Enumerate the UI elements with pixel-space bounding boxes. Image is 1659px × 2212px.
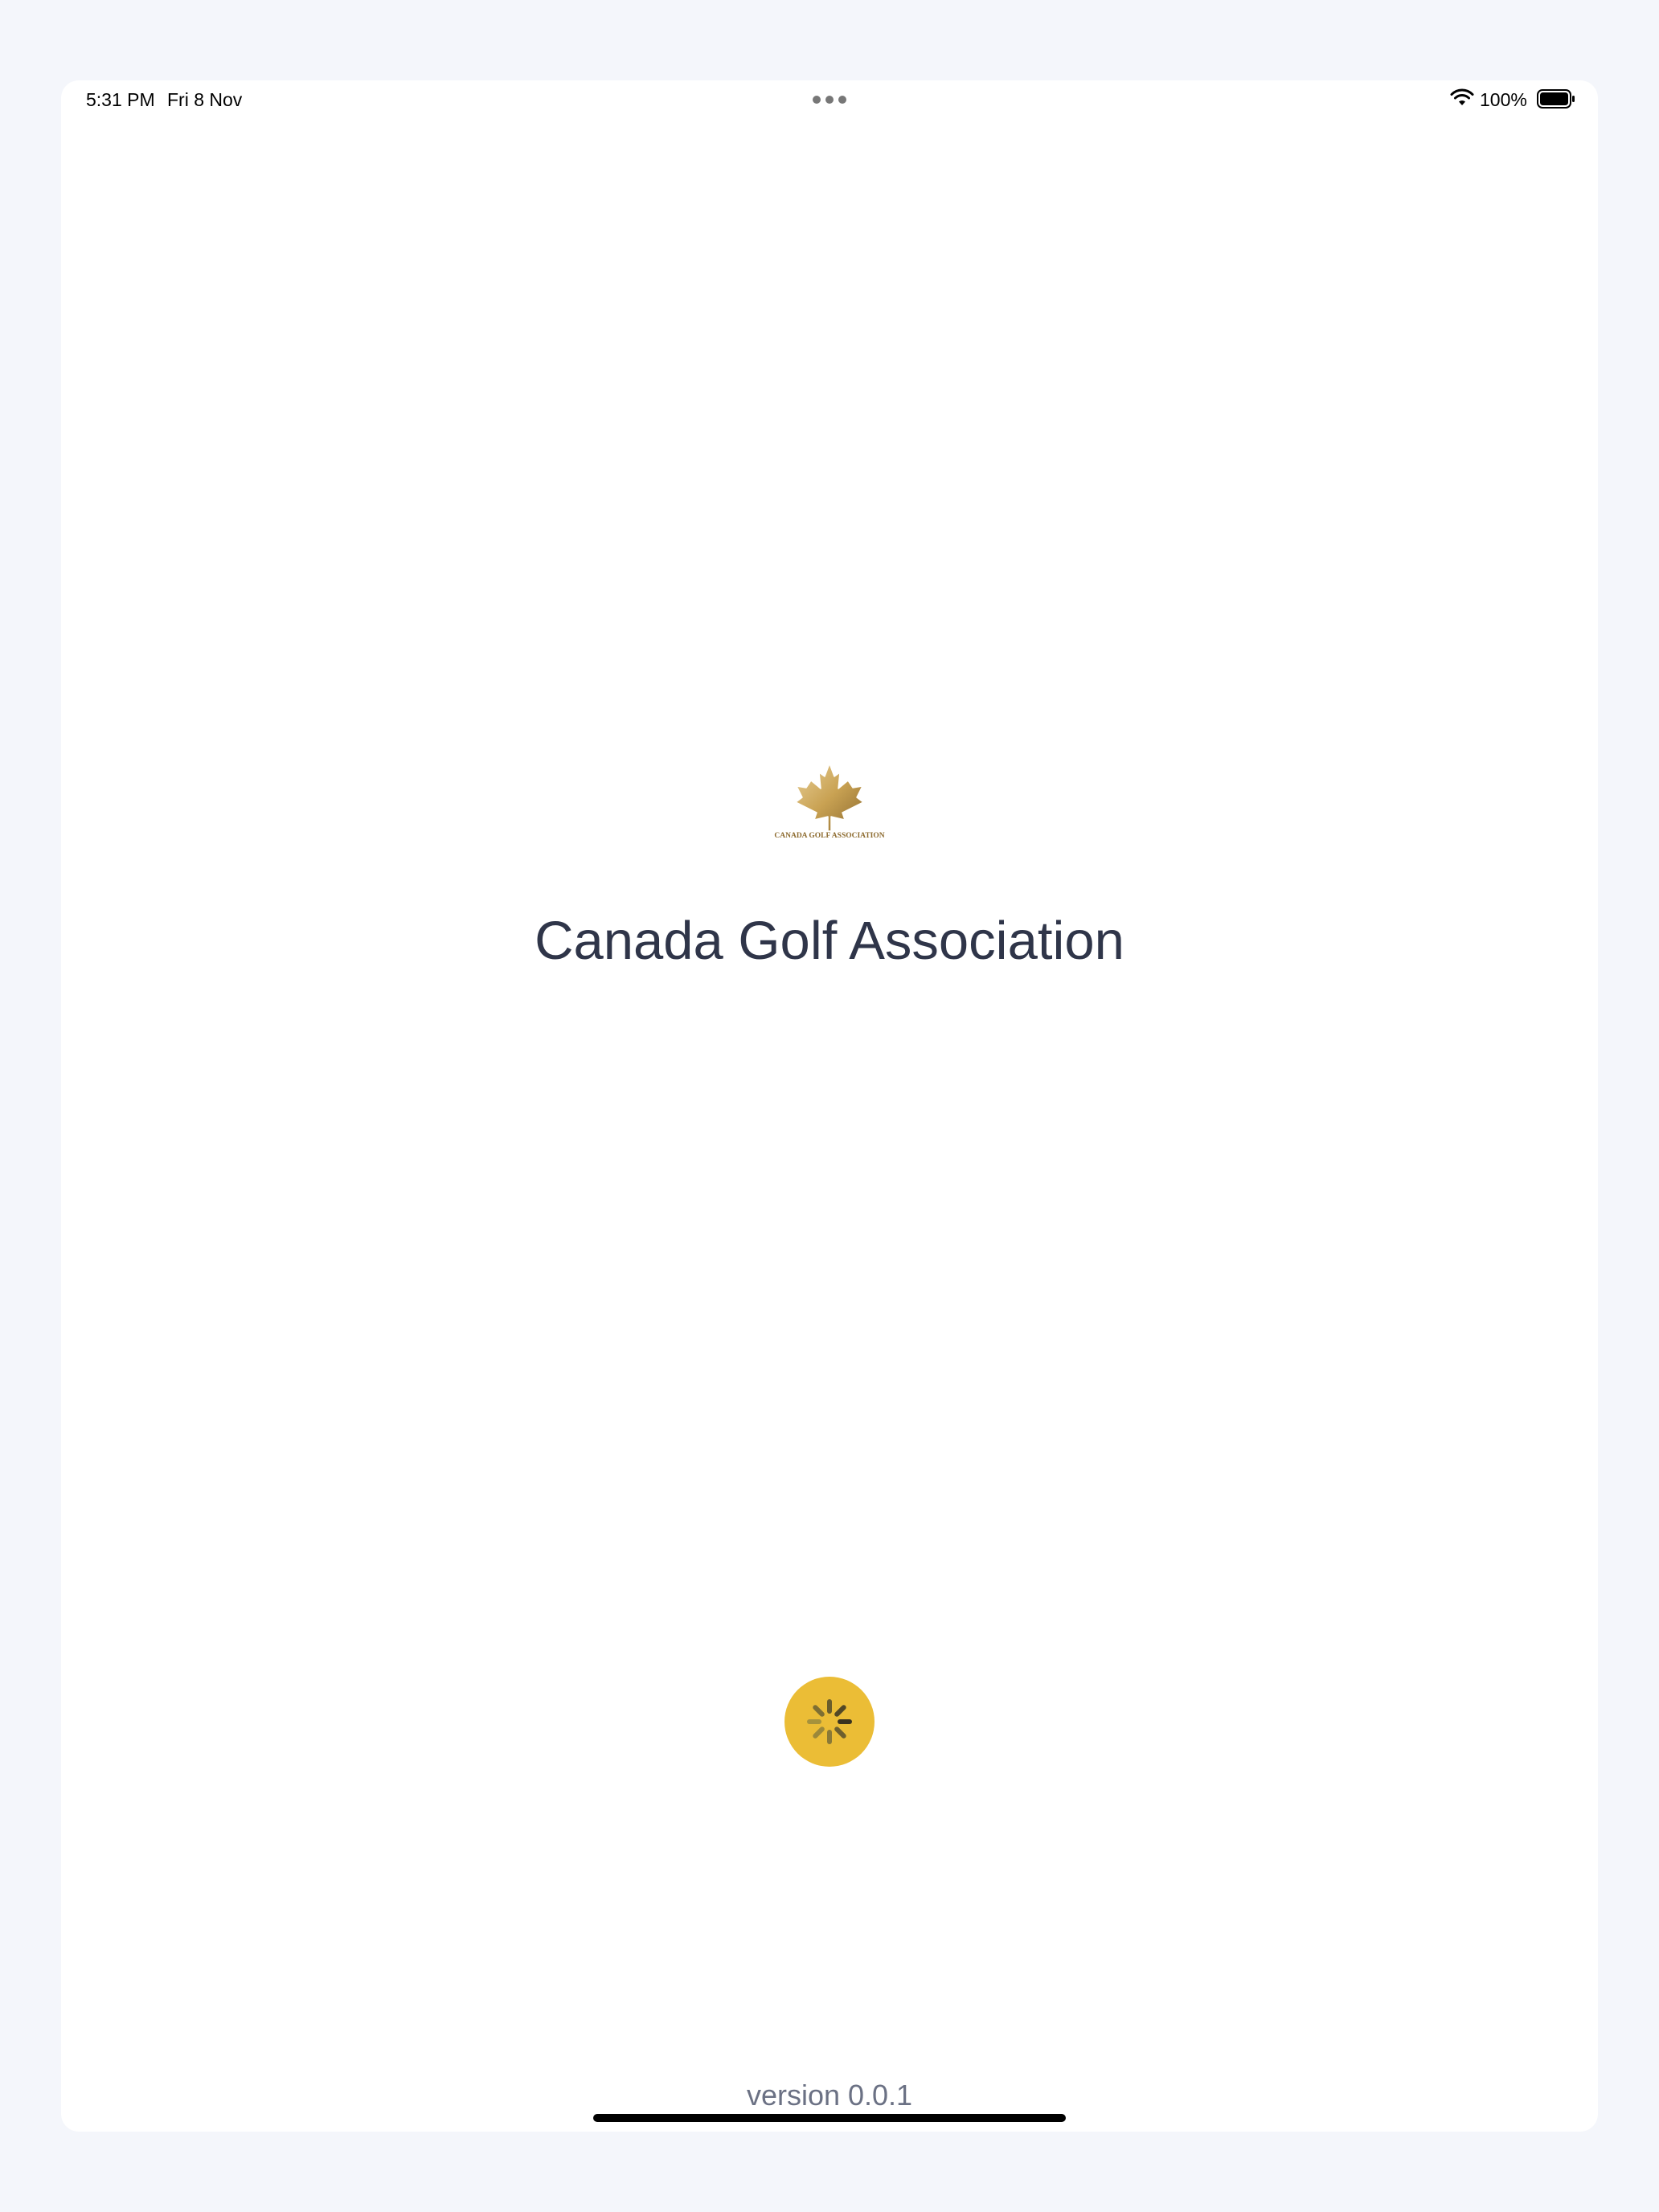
status-date: Fri 8 Nov	[167, 89, 243, 110]
home-indicator[interactable]	[593, 2114, 1066, 2122]
canada-golf-logo: CANADA GOLF ASSOCIATION	[774, 763, 885, 839]
spinner-icon	[807, 1699, 852, 1744]
logo-text: CANADA GOLF ASSOCIATION	[774, 832, 884, 839]
battery-icon	[1537, 89, 1575, 109]
app-title: Canada Golf Association	[535, 911, 1124, 971]
loading-button[interactable]	[784, 1677, 875, 1767]
wifi-icon	[1450, 88, 1474, 105]
status-time: 5:31 PM	[86, 89, 155, 110]
version-text: version 0.0.1	[746, 2079, 913, 2112]
battery-percent: 100%	[1480, 89, 1527, 110]
multitask-dots-icon[interactable]	[813, 96, 846, 104]
app-screen: 5:31 PM Fri 8 Nov 100% CANADA GOLF ASSOC…	[61, 80, 1598, 2132]
status-bar: 5:31 PM Fri 8 Nov 100%	[61, 80, 1598, 119]
